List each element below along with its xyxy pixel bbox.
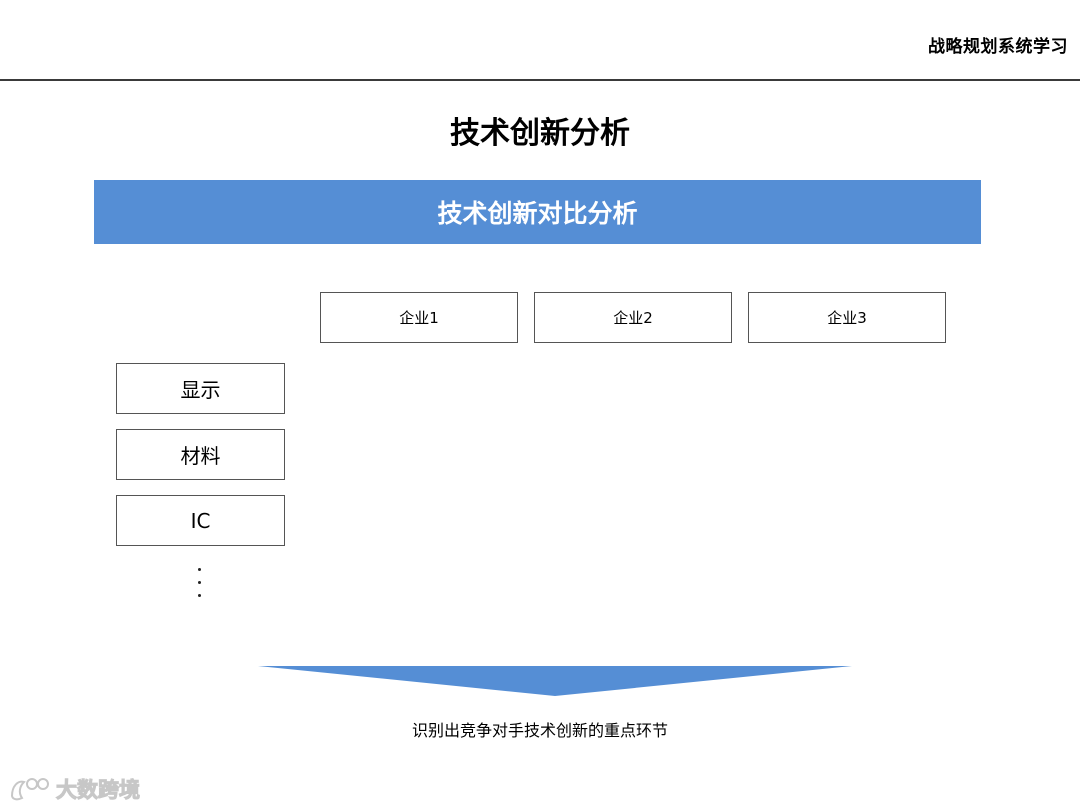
- watermark-text: 大数跨境: [56, 778, 141, 803]
- column-header-company-2: 企业2: [534, 292, 732, 343]
- ellipsis-icon: [196, 568, 202, 602]
- watermark: 大数跨境: [8, 772, 141, 806]
- funnel-arrow-icon: [258, 666, 852, 696]
- header-divider: [0, 79, 1080, 81]
- row-label-ic: IC: [116, 495, 285, 546]
- column-header-company-3: 企业3: [748, 292, 946, 343]
- row-label-display: 显示: [116, 363, 285, 414]
- page-title: 技术创新分析: [450, 116, 630, 151]
- row-label-materials: 材料: [116, 429, 285, 480]
- conclusion-text: 识别出竞争对手技术创新的重点环节: [411, 721, 668, 740]
- banner-text: 技术创新对比分析: [437, 199, 638, 228]
- brand-logo-icon: [10, 778, 49, 801]
- column-header-company-1: 企业1: [320, 292, 518, 343]
- header-title: 战略规划系统学习: [928, 37, 1068, 57]
- banner: 技术创新对比分析: [94, 180, 981, 244]
